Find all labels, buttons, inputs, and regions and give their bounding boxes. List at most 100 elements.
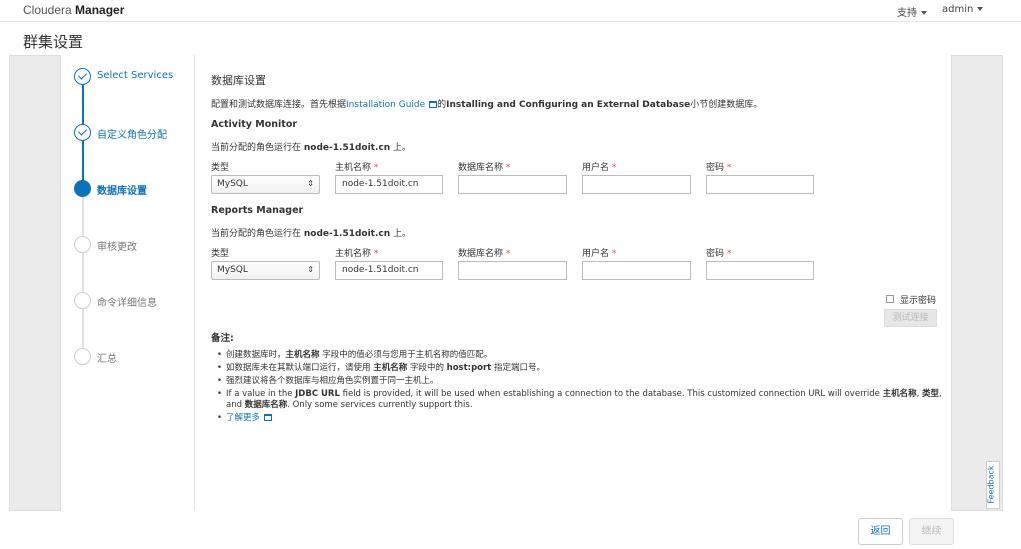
note-text: ,	[916, 389, 920, 399]
select-arrows-icon: ⇕	[307, 265, 314, 274]
reports-manager-title: Reports Manager	[211, 205, 304, 216]
reports-manager-host-info: 当前分配的角色运行在 node-1.51doit.cn 上。	[211, 226, 411, 239]
note-bold: 类型	[922, 389, 940, 399]
brand-name-light: Cloudera	[23, 3, 72, 17]
db-name-label-text: 数据库名称	[458, 163, 504, 173]
section-heading: 数据库设置	[211, 74, 266, 87]
password-input[interactable]	[706, 261, 814, 280]
host-label-text: 主机名称	[335, 249, 372, 259]
check-circle-icon	[74, 68, 91, 85]
intro-mid: 的	[437, 100, 447, 110]
brand-name-bold: Manager	[75, 3, 125, 17]
note-bold: 数据库名称	[244, 400, 288, 410]
list-item: 创建数据库时，主机名称 字段中的值必须与您用于主机名称的值匹配。	[217, 350, 946, 361]
intro-bold: Installing and Configuring an External D…	[446, 100, 691, 110]
note-bold: 主机名称	[373, 363, 408, 373]
host-input[interactable]: node-1.51doit.cn	[335, 175, 443, 194]
select-arrows-icon: ⇕	[307, 179, 314, 188]
show-password-label[interactable]: 显示密码	[900, 293, 936, 306]
show-password-checkbox[interactable]	[886, 295, 894, 303]
list-item: 了解更多	[217, 413, 946, 424]
note-bold: 主机名称	[882, 389, 917, 399]
password-label: 密码 *	[706, 246, 731, 259]
step-label: Select Services	[97, 70, 174, 81]
required-mark: *	[611, 163, 617, 173]
db-name-input[interactable]	[458, 175, 567, 194]
type-label: 类型	[211, 249, 230, 259]
required-mark: *	[611, 249, 617, 259]
continue-button[interactable]: 继续	[909, 518, 954, 545]
required-mark: *	[373, 249, 379, 259]
learn-more-link[interactable]: 了解更多	[226, 413, 260, 423]
test-connection-button[interactable]: 测试连接	[884, 309, 937, 327]
support-menu[interactable]: 支持	[897, 4, 927, 19]
notes-list: 创建数据库时，主机名称 字段中的值必须与您用于主机名称的值匹配。 如数据库未在其…	[217, 350, 946, 426]
host-info-prefix: 当前分配的角色运行在	[211, 229, 302, 239]
external-link-icon	[429, 101, 438, 108]
username-input[interactable]	[582, 261, 691, 280]
db-type-value: MySQL	[217, 179, 248, 189]
note-bold: JDBC URL	[295, 389, 340, 399]
installation-guide-link[interactable]: Installation Guide	[346, 100, 425, 110]
host-label: 主机名称 *	[335, 160, 378, 173]
required-mark: *	[373, 163, 379, 173]
username-input[interactable]	[582, 175, 691, 194]
host-info-suffix: 上。	[393, 229, 412, 239]
note-text: 字段中的值必须与您用于主机名称的值匹配。	[322, 350, 493, 360]
page-title: 群集设置	[23, 33, 84, 51]
step-remaining-line	[82, 197, 84, 357]
intro-suffix: 小节创建数据库。	[690, 100, 763, 110]
activity-monitor-title: Activity Monitor	[211, 119, 298, 130]
activity-monitor-host-info: 当前分配的角色运行在 node-1.51doit.cn 上。	[211, 140, 411, 153]
username-label: 用户名 *	[582, 160, 616, 173]
support-menu-label: 支持	[897, 8, 917, 19]
brand-logo[interactable]: Cloudera Manager	[23, 3, 124, 17]
host-info-node: node-1.51doit.cn	[303, 143, 391, 153]
user-menu-label: admin	[942, 4, 974, 15]
host-info-node: node-1.51doit.cn	[303, 229, 391, 239]
db-type-select[interactable]: MySQL ⇕	[211, 261, 320, 280]
username-label-text: 用户名	[582, 163, 610, 173]
chevron-down-icon	[977, 7, 984, 11]
intro-prefix: 配置和测试数据库连接。首先根据	[211, 100, 347, 110]
required-mark: *	[505, 249, 511, 259]
note-text: . Only some services currently support t…	[287, 400, 473, 410]
username-label: 用户名 *	[582, 246, 616, 259]
note-text: ,	[939, 389, 942, 399]
password-input[interactable]	[706, 175, 814, 194]
db-type-value: MySQL	[217, 265, 248, 275]
note-text: field is provided, it will be used when …	[342, 389, 880, 399]
pending-step-icon	[74, 292, 91, 309]
db-name-input[interactable]	[458, 261, 567, 280]
list-item: If a value in the JDBC URL field is prov…	[217, 389, 946, 411]
back-button[interactable]: 返回	[858, 518, 903, 545]
list-item: 如数据库未在其默认端口运行，请使用 主机名称 字段中的 host:port 指定…	[217, 363, 946, 374]
note-text: 强烈建议将各个数据库与相应角色实例置于同一主机上。	[226, 376, 439, 386]
active-step-icon	[74, 180, 91, 197]
step-label: 自定义角色分配	[97, 130, 167, 141]
required-mark: *	[505, 163, 511, 173]
note-text: If a value in the	[226, 389, 293, 399]
db-type-select[interactable]: MySQL ⇕	[211, 175, 320, 194]
note-text: 指定端口号。	[493, 363, 545, 373]
note-bold: host:port	[446, 363, 492, 373]
feedback-tab[interactable]: Feedback	[986, 461, 1000, 509]
password-label-text: 密码	[706, 249, 725, 259]
chevron-down-icon	[921, 11, 927, 15]
top-navbar: Cloudera Manager 支持 admin	[0, 0, 1021, 22]
host-info-prefix: 当前分配的角色运行在	[211, 143, 302, 153]
step-label: 命令详细信息	[97, 298, 157, 309]
pending-step-icon	[74, 348, 91, 365]
host-label: 主机名称 *	[335, 246, 378, 259]
note-text: 字段中的	[409, 363, 444, 373]
type-label: 类型	[211, 163, 230, 173]
db-name-label: 数据库名称 *	[458, 246, 510, 259]
note-text: and	[226, 400, 242, 410]
intro-text: 配置和测试数据库连接。首先根据Installation Guide 的Instal…	[211, 97, 762, 110]
username-label-text: 用户名	[582, 249, 610, 259]
host-input[interactable]: node-1.51doit.cn	[335, 261, 443, 280]
note-text: 创建数据库时，	[226, 350, 286, 360]
db-name-label: 数据库名称 *	[458, 160, 510, 173]
feedback-label: Feedback	[986, 465, 996, 504]
user-menu[interactable]: admin	[942, 4, 984, 15]
